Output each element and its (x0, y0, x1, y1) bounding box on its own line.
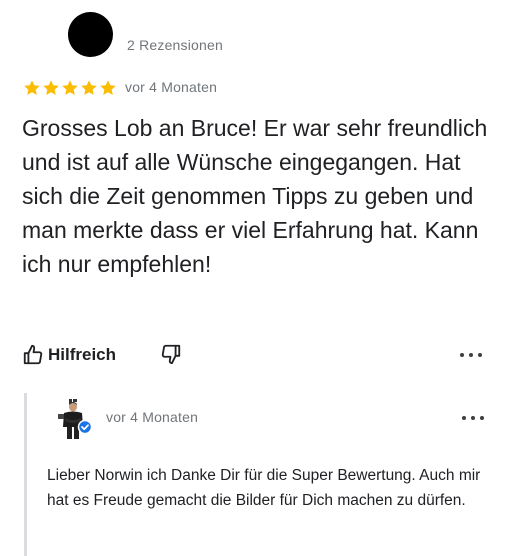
thumbs-down-icon (161, 344, 181, 365)
star-icon (81, 80, 97, 95)
reply-text: Lieber Norwin ich Danke Dir für die Supe… (47, 467, 481, 509)
reviewer-review-count[interactable]: 2 Rezensionen (127, 37, 223, 53)
owner-photo-icon (51, 397, 95, 441)
star-rating (23, 76, 117, 100)
thumbs-up-icon (23, 344, 43, 365)
owner-avatar[interactable] (51, 397, 95, 441)
star-icon (100, 80, 116, 95)
unhelpful-button[interactable] (160, 343, 182, 365)
dot (469, 353, 473, 357)
review-text: Grosses Lob an Bruce! Er war sehr freund… (22, 115, 488, 277)
dot (478, 353, 482, 357)
more-options-button[interactable] (460, 350, 482, 360)
dot (471, 416, 475, 420)
reply-more-options-button[interactable] (462, 413, 484, 423)
dot (462, 416, 466, 420)
star-icon (24, 80, 40, 95)
dot (480, 416, 484, 420)
stars (23, 79, 117, 97)
reply-timestamp: vor 4 Monaten (106, 409, 199, 425)
star-icon (43, 80, 59, 95)
owner-reply: vor 4 Monaten Lieber Norwin ich Danke Di… (24, 393, 508, 556)
reviewer-avatar[interactable] (68, 12, 113, 57)
verified-check-icon (77, 419, 93, 435)
review-actions: Hilfreich (22, 340, 181, 370)
helpful-label: Hilfreich (48, 345, 117, 364)
star-icon (62, 80, 78, 95)
helpful-button[interactable]: Hilfreich (22, 344, 116, 366)
dot (460, 353, 464, 357)
review-timestamp: vor 4 Monaten (125, 79, 218, 95)
